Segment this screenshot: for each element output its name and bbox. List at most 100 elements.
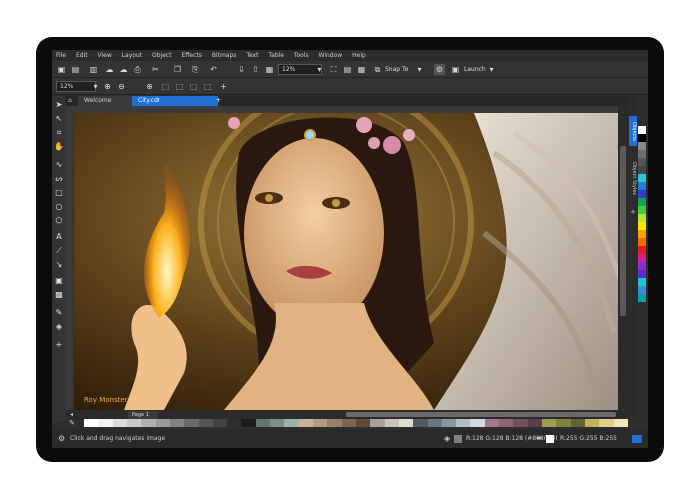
color-swatch[interactable] [570, 419, 585, 427]
snap-to-label[interactable]: Snap To [385, 64, 408, 75]
first-page-icon[interactable]: ◂ [70, 411, 78, 418]
chevron-down-icon[interactable]: ▾ [314, 64, 325, 75]
color-palette-horizontal[interactable] [84, 419, 628, 427]
scroll-thumb[interactable] [620, 146, 626, 316]
color-swatch[interactable] [241, 419, 256, 427]
color-swatch[interactable] [638, 230, 646, 238]
color-swatch[interactable] [638, 286, 646, 294]
color-swatch[interactable] [513, 419, 528, 427]
export-icon[interactable]: ⇧ [250, 64, 261, 75]
open-document-icon[interactable]: ▤ [70, 64, 81, 75]
eyedropper-icon[interactable]: ✎ [66, 419, 84, 427]
color-swatch[interactable] [341, 419, 356, 427]
color-swatch[interactable] [638, 222, 646, 230]
connector-tool-icon[interactable]: ↘ [54, 260, 64, 270]
menu-view[interactable]: View [94, 50, 116, 61]
color-swatch[interactable] [638, 166, 646, 174]
color-swatch[interactable] [355, 419, 371, 427]
copy-icon[interactable]: ❐ [172, 64, 183, 75]
docker-tab-object-styles[interactable]: Object Styles [629, 156, 637, 202]
parallel-dimension-icon[interactable]: ⟋ [54, 246, 64, 256]
undo-icon[interactable]: ↶ [208, 64, 219, 75]
zoom-in-icon[interactable]: ⊕ [102, 81, 113, 92]
color-swatch[interactable] [638, 142, 646, 150]
full-screen-icon[interactable]: ⛶ [328, 64, 339, 75]
menu-window[interactable]: Window [315, 50, 347, 61]
color-swatch[interactable] [638, 294, 646, 302]
color-swatch[interactable] [126, 419, 142, 427]
tab-welcome-screen[interactable]: Welcome Screen [78, 96, 132, 114]
chevron-down-icon[interactable]: ▾ [90, 81, 101, 92]
color-swatch[interactable] [184, 419, 199, 427]
color-swatch[interactable] [255, 419, 271, 427]
publish-pdf-icon[interactable]: ▦ [264, 64, 275, 75]
menu-layout[interactable]: Layout [118, 50, 146, 61]
color-swatch[interactable] [638, 158, 646, 166]
color-swatch[interactable] [441, 419, 457, 427]
polygon-tool-icon[interactable]: ⬠ [54, 216, 64, 226]
color-swatch[interactable] [427, 419, 442, 427]
drop-shadow-icon[interactable]: ▣ [54, 276, 64, 286]
artistic-media-icon[interactable]: ᔕ [54, 174, 64, 184]
color-swatch[interactable] [155, 419, 170, 427]
color-swatch[interactable] [638, 126, 646, 134]
cut-icon[interactable]: ✂ [150, 64, 161, 75]
color-swatch[interactable] [638, 190, 646, 198]
crop-tool-icon[interactable]: ⌗ [54, 128, 64, 138]
color-swatch[interactable] [313, 419, 328, 427]
interactive-fill-icon[interactable]: ◈ [54, 322, 64, 332]
color-swatch[interactable] [384, 419, 399, 427]
color-swatch[interactable] [398, 419, 414, 427]
vertical-ruler[interactable] [66, 113, 73, 413]
settings-gear-icon[interactable]: ⚙ [58, 429, 65, 448]
color-swatch[interactable] [638, 134, 646, 142]
menu-tools[interactable]: Tools [290, 50, 313, 61]
menu-bitmaps[interactable]: Bitmaps [208, 50, 241, 61]
color-swatch[interactable] [227, 419, 242, 427]
color-swatch[interactable] [370, 419, 385, 427]
color-swatch[interactable] [84, 419, 99, 427]
cloud-download-icon[interactable]: ☁ [104, 64, 115, 75]
color-swatch[interactable] [638, 278, 646, 286]
color-swatch[interactable] [556, 419, 571, 427]
color-swatch[interactable] [542, 419, 557, 427]
print-icon[interactable]: ⎙ [132, 64, 143, 75]
zoom-to-page-width-icon[interactable]: ⬚ [188, 81, 199, 92]
ellipse-tool-icon[interactable]: ○ [54, 202, 64, 212]
color-swatch[interactable] [613, 419, 628, 427]
horizontal-scroll-thumb[interactable] [346, 412, 616, 417]
add-tool-icon[interactable]: + [54, 340, 64, 350]
outline-swatch[interactable] [546, 435, 554, 443]
color-swatch[interactable] [484, 419, 500, 427]
cloud-upload-icon[interactable]: ☁ [118, 64, 129, 75]
text-tool-icon[interactable]: A [54, 232, 64, 242]
page-tab-1[interactable]: Page 1 [128, 411, 158, 419]
color-swatch[interactable] [413, 419, 428, 427]
color-swatch[interactable] [584, 419, 600, 427]
color-swatch[interactable] [284, 419, 299, 427]
color-swatch[interactable] [499, 419, 514, 427]
color-swatch[interactable] [198, 419, 213, 427]
save-icon[interactable]: ▥ [88, 64, 99, 75]
vertical-scrollbar[interactable] [618, 106, 628, 413]
pan-tool-icon[interactable]: ✋ [54, 142, 64, 152]
color-swatch[interactable] [638, 182, 646, 190]
snap-to-icon[interactable]: ⧉ [372, 64, 383, 75]
zoom-to-selected-icon[interactable]: ⊕ [144, 81, 155, 92]
pick-tool-icon[interactable]: ➤ [54, 100, 64, 110]
fill-icon[interactable]: ◈ [444, 429, 450, 448]
horizontal-ruler[interactable] [66, 106, 628, 113]
docker-tab-objects[interactable]: Objects [629, 116, 637, 146]
options-gear-icon[interactable]: ⚙ [434, 64, 445, 75]
import-icon[interactable]: ⇩ [236, 64, 247, 75]
color-swatch[interactable] [212, 419, 228, 427]
show-rulers-icon[interactable]: ▤ [342, 64, 353, 75]
color-swatch[interactable] [638, 150, 646, 158]
shape-tool-icon[interactable]: ↖ [54, 114, 64, 124]
menu-text[interactable]: Text [242, 50, 262, 61]
menu-table[interactable]: Table [264, 50, 288, 61]
paste-icon[interactable]: ⎘ [190, 64, 201, 75]
chevron-down-icon[interactable]: ▾ [414, 64, 425, 75]
color-swatch[interactable] [98, 419, 113, 427]
freehand-tool-icon[interactable]: ∿ [54, 160, 64, 170]
